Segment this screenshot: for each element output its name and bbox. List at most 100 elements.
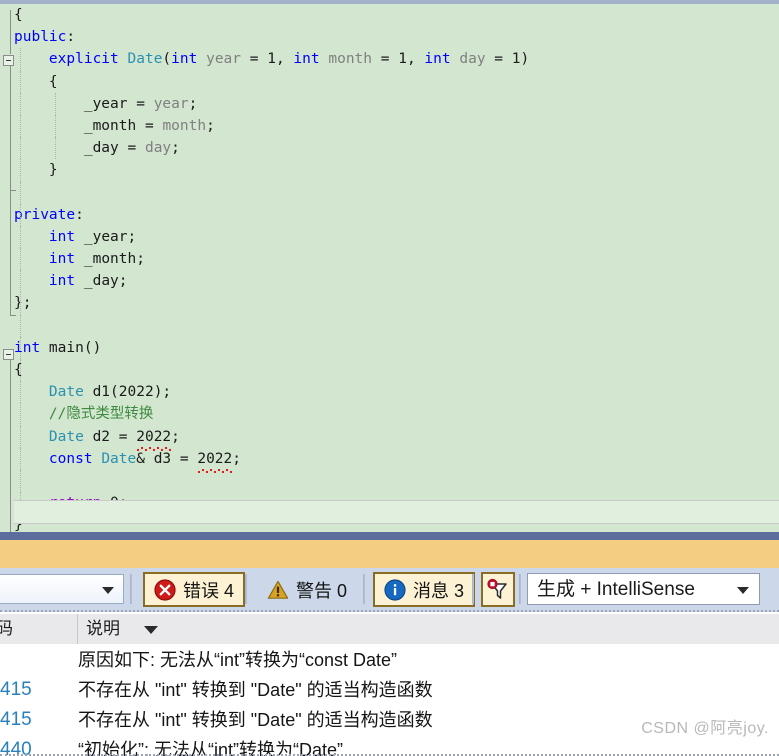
- code-token: ;: [171, 140, 180, 157]
- code-line[interactable]: [14, 469, 779, 493]
- code-token: 0: [110, 495, 119, 512]
- scope-combo[interactable]: 生成 + IntelliSense: [527, 573, 760, 605]
- code-line[interactable]: _year = year;: [14, 92, 779, 115]
- code-token: year: [206, 51, 242, 68]
- code-line[interactable]: int _year;: [14, 225, 779, 249]
- toolbar-separator-5: [519, 574, 521, 604]
- code-token: _year: [83, 95, 128, 112]
- error-row-code: 415: [0, 709, 32, 730]
- code-token: ;: [171, 428, 180, 445]
- code-line[interactable]: Date d1(2022);: [14, 381, 779, 404]
- fold-bar-class: [10, 10, 11, 54]
- code-token: =: [485, 51, 512, 68]
- code-line[interactable]: _day = day;: [14, 137, 779, 160]
- code-token: 2022: [118, 384, 154, 401]
- code-line[interactable]: Date d2 = 2022;: [14, 425, 779, 451]
- code-token: day: [144, 140, 172, 157]
- code-line[interactable]: //隐式类型转换: [14, 403, 779, 426]
- code-line[interactable]: {: [14, 359, 779, 382]
- code-token: ;: [206, 117, 215, 134]
- editor-folding-gutter[interactable]: [0, 4, 16, 532]
- indent-guide: [20, 336, 21, 359]
- code-line[interactable]: int main(): [14, 336, 779, 359]
- code-line[interactable]: {: [14, 4, 779, 26]
- error-list-row[interactable]: 440 “初始化”: 无法从“int”转换为“Date”: [0, 735, 779, 756]
- indent-guide: [20, 359, 21, 382]
- code-token: day: [459, 51, 486, 68]
- code-token: int: [171, 51, 198, 68]
- error-row-description: “初始化”: 无法从“int”转换为“Date”: [78, 740, 343, 756]
- code-line[interactable]: [14, 181, 779, 204]
- code-token: ;: [118, 495, 128, 512]
- code-token: ,: [275, 51, 294, 68]
- code-line[interactable]: [14, 314, 779, 337]
- code-line[interactable]: return 0;: [14, 492, 779, 515]
- messages-filter-button[interactable]: 消息 3: [373, 572, 476, 607]
- column-header-description[interactable]: 说明: [78, 614, 779, 644]
- code-token: d1(: [83, 384, 119, 401]
- scope-combo-value: 生成 + IntelliSense: [537, 579, 695, 600]
- code-token: =: [372, 51, 399, 68]
- indent-guide: [20, 314, 21, 337]
- code-line[interactable]: {: [14, 70, 779, 93]
- code-line[interactable]: int _day;: [14, 270, 779, 293]
- search-filter-combo[interactable]: 案: [0, 574, 124, 604]
- error-icon: [154, 578, 176, 601]
- code-line[interactable]: private:: [14, 203, 779, 226]
- warnings-filter-button[interactable]: 警告 0: [256, 572, 358, 607]
- code-line[interactable]: public:: [14, 26, 779, 48]
- filter-icon: [487, 578, 507, 599]
- code-token: month: [162, 117, 207, 134]
- code-token: int: [293, 51, 320, 68]
- code-line[interactable]: int _month;: [14, 248, 779, 271]
- code-token: =: [136, 117, 163, 134]
- csdn-watermark: CSDN @阿亮joy.: [641, 720, 769, 737]
- error-list-row[interactable]: 原因如下: 无法从“int”转换为“const Date”: [0, 645, 779, 675]
- error-list-row[interactable]: 415 不存在从 "int" 转换到 "Date" 的适当构造函数: [0, 675, 779, 705]
- build-filter-button[interactable]: [481, 572, 515, 607]
- code-text[interactable]: { public: explicit Date(int year = 1, int…: [14, 4, 779, 532]
- error-list-toolbar[interactable]: 案 错误 4 警告 0: [0, 568, 779, 612]
- indent-guide: [20, 203, 21, 226]
- code-line[interactable]: };: [14, 292, 779, 315]
- code-token: Date: [127, 51, 163, 68]
- indent-guide: [20, 425, 21, 448]
- errors-filter-button[interactable]: 错误 4: [143, 572, 246, 607]
- code-line[interactable]: explicit Date(int year = 1, int month = …: [14, 48, 779, 71]
- code-line[interactable]: const Date& d3 = 2022;: [14, 447, 779, 474]
- code-token: //隐式类型转换: [48, 406, 154, 423]
- indent-guide: [54, 137, 56, 160]
- code-token: };: [14, 295, 32, 312]
- error-row-code: 415: [0, 679, 32, 700]
- code-token: explicit: [48, 51, 119, 68]
- code-token: {: [14, 7, 23, 23]
- fold-bar-main: [10, 360, 11, 532]
- code-token: public: [14, 29, 67, 46]
- code-editor-pane[interactable]: { public: explicit Date(int year = 1, int…: [0, 4, 779, 532]
- fold-toggle-main[interactable]: [3, 349, 14, 360]
- indent-guide: [20, 225, 21, 249]
- code-token: ,: [406, 51, 425, 68]
- code-token: int: [48, 251, 76, 268]
- code-token: Date: [48, 384, 84, 401]
- code-line[interactable]: _month = month;: [14, 114, 779, 138]
- code-line[interactable]: }: [14, 514, 779, 532]
- code-token: :: [75, 206, 84, 223]
- code-token: month: [328, 51, 373, 68]
- info-icon: [384, 578, 406, 601]
- column-header-code[interactable]: 码: [0, 614, 78, 644]
- code-token-error: 2022: [197, 448, 232, 474]
- indent-guide: [54, 92, 56, 115]
- error-list-rows[interactable]: 原因如下: 无法从“int”转换为“const Date” 415 不存在从 "in…: [0, 645, 779, 756]
- pane-splitter[interactable]: [0, 532, 779, 540]
- code-token: ;: [232, 450, 241, 467]
- error-list-column-headers[interactable]: 码 说明: [0, 614, 779, 644]
- fold-toggle-ctor[interactable]: [3, 55, 14, 66]
- code-token: 1: [267, 51, 276, 68]
- code-line[interactable]: }: [14, 159, 779, 182]
- code-token: {: [14, 362, 23, 378]
- toolbar-separator-3: [363, 574, 365, 604]
